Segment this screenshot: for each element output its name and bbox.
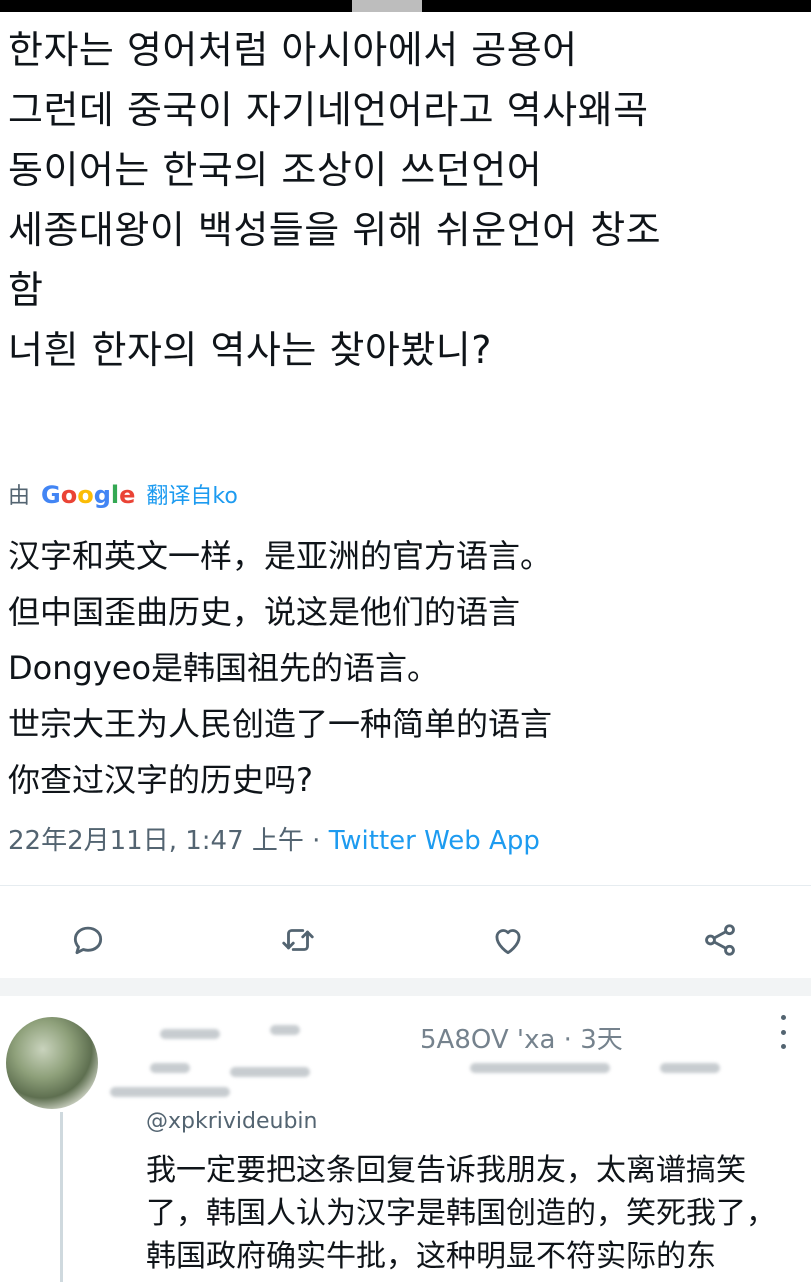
google-logo: Google bbox=[41, 481, 136, 509]
translated-line: Dongyeo是韩国祖先的语言。 bbox=[8, 649, 440, 687]
reply-time: 5A8OV 'xa · 3天 bbox=[420, 1025, 623, 1055]
tweet-timestamp[interactable]: 22年2月11日, 1:47 上午 · bbox=[8, 826, 329, 856]
tweet-line: 세종대왕이 백성들을 위해 쉬운언어 창조 bbox=[8, 208, 662, 252]
reply-line: 我一定要把这条回复告诉我朋友，太离谱搞笑 bbox=[146, 1153, 746, 1188]
like-button[interactable] bbox=[478, 905, 538, 975]
blurred-name bbox=[270, 1025, 300, 1035]
tweet-source-app[interactable]: Twitter Web App bbox=[329, 826, 540, 856]
like-icon bbox=[495, 929, 521, 955]
status-bar-notch bbox=[352, 0, 422, 12]
status-bar bbox=[0, 0, 811, 12]
reply-line: 韩国政府确实牛批，这种明显不符实际的东 bbox=[146, 1239, 716, 1274]
reply-icon bbox=[73, 926, 103, 955]
tweet-meta: 22年2月11日, 1:47 上午 · Twitter Web App bbox=[8, 820, 540, 857]
tweet-text: 한자는 영어처럼 아시아에서 공용어 그런데 중국이 자기네언어라고 역사왜곡 … bbox=[8, 20, 803, 380]
tweet-line: 동이어는 한국의 조상이 쓰던언어 bbox=[8, 148, 543, 192]
tweet-line: 너흰 한자의 역사는 찾아봤니? bbox=[8, 328, 492, 372]
retweet-button[interactable] bbox=[268, 905, 328, 975]
reply-line: 了，韩国人认为汉字是韩国创造的，笑死我了， bbox=[146, 1196, 776, 1231]
share-icon bbox=[705, 924, 735, 956]
blurred-replying-to bbox=[110, 1087, 230, 1097]
tweet-actions bbox=[0, 905, 811, 975]
tweet-line: 한자는 영어처럼 아시아에서 공용어 bbox=[8, 28, 578, 72]
translation-prefix: 由 bbox=[8, 484, 31, 509]
blurred-replying-to bbox=[230, 1067, 310, 1077]
translated-line: 但中国歪曲历史，说这是他们的语言 bbox=[8, 593, 521, 631]
reply-button[interactable] bbox=[58, 905, 118, 975]
reply-handle[interactable]: @xpkrivideubin bbox=[146, 1109, 317, 1134]
more-options-icon[interactable] bbox=[778, 1015, 788, 1049]
tweet-line: 함 bbox=[8, 268, 44, 312]
translated-line: 世宗大王为人民创造了一种简单的语言 bbox=[8, 705, 553, 743]
translated-line: 你查过汉字的历史吗? bbox=[8, 761, 313, 799]
blurred-replying-to bbox=[470, 1063, 610, 1073]
reply-tweet[interactable]: 5A8OV 'xa · 3天 @xpkrivideubin 我一定要把这条回复告… bbox=[0, 997, 811, 1282]
blurred-replying-to bbox=[660, 1063, 720, 1073]
translated-text: 汉字和英文一样，是亚洲的官方语言。 但中国歪曲历史，说这是他们的语言 Dongy… bbox=[8, 528, 803, 808]
section-gap bbox=[0, 978, 811, 996]
blurred-name bbox=[160, 1029, 220, 1039]
retweet-icon bbox=[282, 929, 314, 951]
reply-text: 我一定要把这条回复告诉我朋友，太离谱搞笑 了，韩国人认为汉字是韩国创造的，笑死我… bbox=[146, 1149, 796, 1278]
share-button[interactable] bbox=[690, 905, 750, 975]
translation-source-link[interactable]: 翻译自ko bbox=[146, 484, 237, 509]
blurred-replying-to bbox=[150, 1063, 190, 1073]
tweet-line: 그런데 중국이 자기네언어라고 역사왜곡 bbox=[8, 88, 649, 132]
translated-line: 汉字和英文一样，是亚洲的官方语言。 bbox=[8, 537, 553, 575]
avatar[interactable] bbox=[6, 1017, 98, 1109]
divider bbox=[0, 885, 811, 886]
thread-line bbox=[60, 1112, 63, 1282]
translation-attribution[interactable]: 由 Google 翻译自ko bbox=[8, 478, 238, 510]
